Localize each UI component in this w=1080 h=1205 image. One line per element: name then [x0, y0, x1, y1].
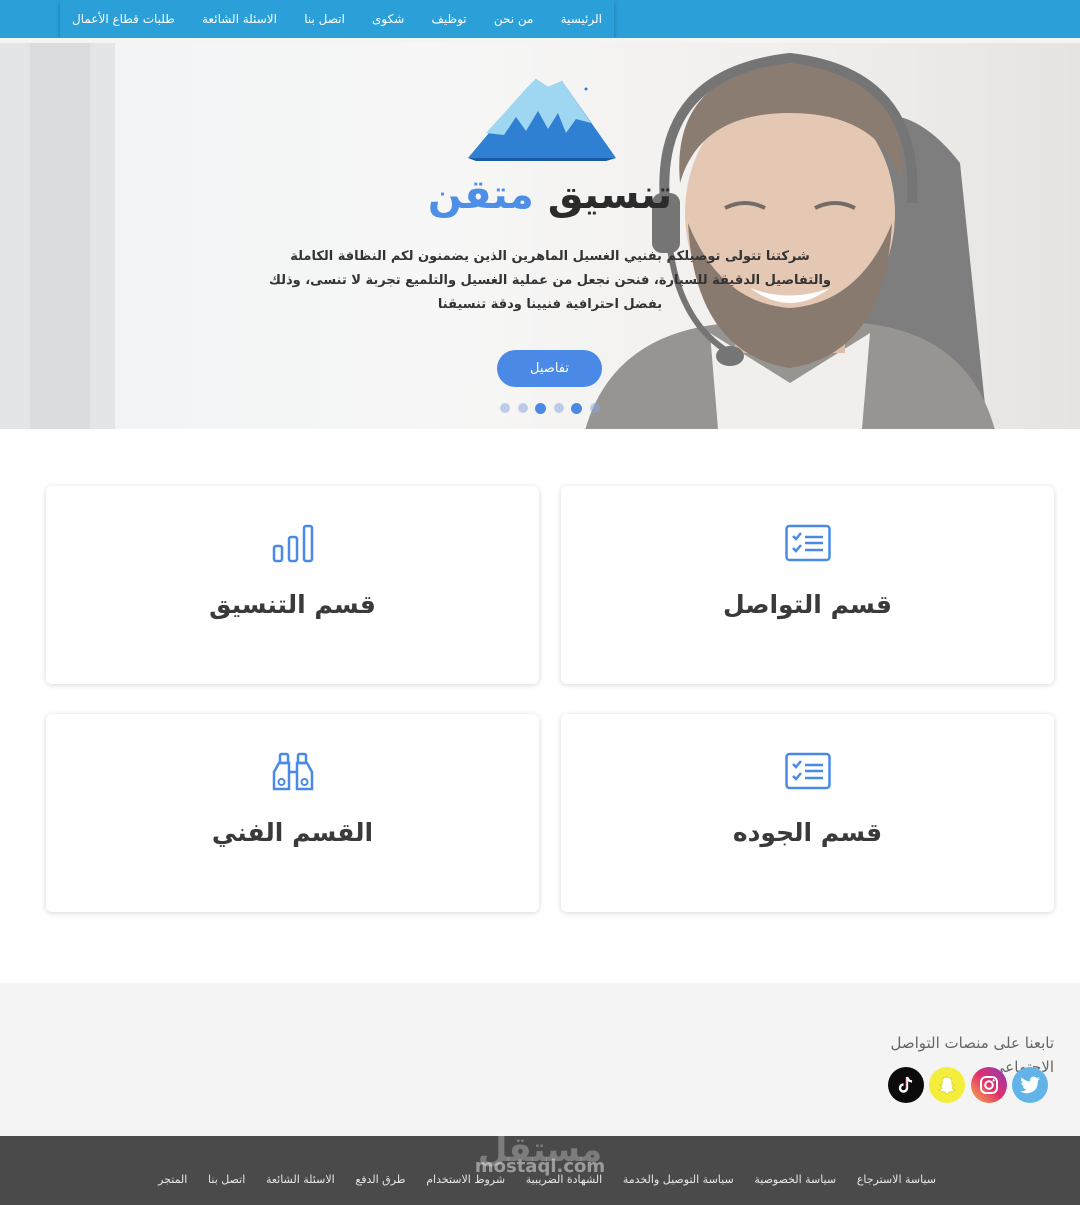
footer-link-faq[interactable]: الاسئلة الشائعة — [266, 1173, 335, 1186]
nav-item-home[interactable]: الرئيسية — [561, 12, 602, 26]
footer-link-privacy-policy[interactable]: سياسة الخصوصية — [754, 1173, 836, 1186]
footer-link-delivery-policy[interactable]: سياسة التوصيل والخدمة — [623, 1173, 734, 1186]
slider-dot[interactable] — [589, 403, 600, 413]
nav-item-faq[interactable]: الاسئلة الشائعة — [202, 12, 277, 26]
nav-item-complaint[interactable]: شكوى — [372, 12, 404, 26]
snapchat-icon[interactable] — [929, 1067, 966, 1103]
tiktok-icon[interactable] — [888, 1067, 924, 1103]
bar-chart-icon — [272, 524, 314, 563]
footer-links: سياسة الاسترجاع سياسة الخصوصية سياسة الت… — [158, 1173, 936, 1186]
hero-title-accent: متقن — [427, 172, 534, 218]
footer-link-payment-methods[interactable]: طرق الدفع — [355, 1173, 405, 1186]
card-title: قسم الجوده — [732, 818, 883, 847]
checklist-icon — [785, 524, 831, 562]
slider-dot[interactable] — [535, 402, 547, 414]
footer-link-returns-policy[interactable]: سياسة الاسترجاع — [857, 1173, 936, 1186]
checklist-icon — [785, 752, 831, 790]
hero-title: تنسيق متقن — [340, 167, 760, 223]
card-technical-department[interactable]: القسم الفني — [46, 714, 539, 912]
card-coordination-department[interactable]: قسم التنسيق — [46, 486, 539, 684]
footer-link-terms[interactable]: شروط الاستخدام — [426, 1173, 505, 1186]
footer-link-contact[interactable]: اتصل بنا — [208, 1173, 245, 1186]
main-menu: الرئيسية من نحن توظيف شكوى اتصل بنا الاس… — [60, 0, 614, 38]
card-title: قسم التواصل — [723, 590, 892, 619]
social-follow-section: تابعنا على منصات التواصل الاجتماعي — [0, 983, 1080, 1136]
card-communication-department[interactable]: قسم التواصل — [561, 486, 1054, 684]
slider-dot[interactable] — [553, 403, 564, 413]
nav-item-business-requests[interactable]: طلبات قطاع الأعمال — [72, 12, 175, 26]
slider-dot[interactable] — [517, 403, 528, 413]
mountain-logo-icon — [468, 79, 616, 161]
footer-link-store[interactable]: المتجر — [158, 1173, 187, 1186]
slider-pagination — [500, 402, 600, 414]
card-quality-department[interactable]: قسم الجوده — [561, 714, 1054, 912]
instagram-icon[interactable] — [970, 1067, 1007, 1103]
nav-item-contact[interactable]: اتصل بنا — [304, 12, 345, 26]
nav-item-careers[interactable]: توظيف — [432, 12, 467, 26]
nav-item-about[interactable]: من نحن — [494, 12, 534, 26]
card-title: القسم الفني — [211, 818, 374, 847]
slider-dot[interactable] — [500, 403, 510, 413]
hero-slider: تنسيق متقن شركتنا تتولى توصيلكم بفنيي ال… — [0, 43, 1080, 429]
site-footer: مستقل mostaql.com سياسة الاسترجاع سياسة … — [0, 1130, 1080, 1205]
card-title: قسم التنسيق — [209, 590, 376, 619]
binoculars-icon — [272, 752, 314, 791]
hero-description: شركتنا تتولى توصيلكم بفنيي الغسيل الماهر… — [268, 249, 832, 312]
footer-link-tax-certificate[interactable]: الشهادة الضريبية — [526, 1173, 602, 1186]
top-navigation-bar: الرئيسية من نحن توظيف شكوى اتصل بنا الاس… — [0, 0, 1080, 38]
social-icons — [888, 1067, 1048, 1105]
slider-dot[interactable] — [571, 402, 583, 414]
hero-title-main: تنسيق — [547, 172, 673, 218]
details-button[interactable]: تفاصيل — [497, 350, 602, 387]
twitter-icon[interactable] — [1011, 1067, 1048, 1103]
